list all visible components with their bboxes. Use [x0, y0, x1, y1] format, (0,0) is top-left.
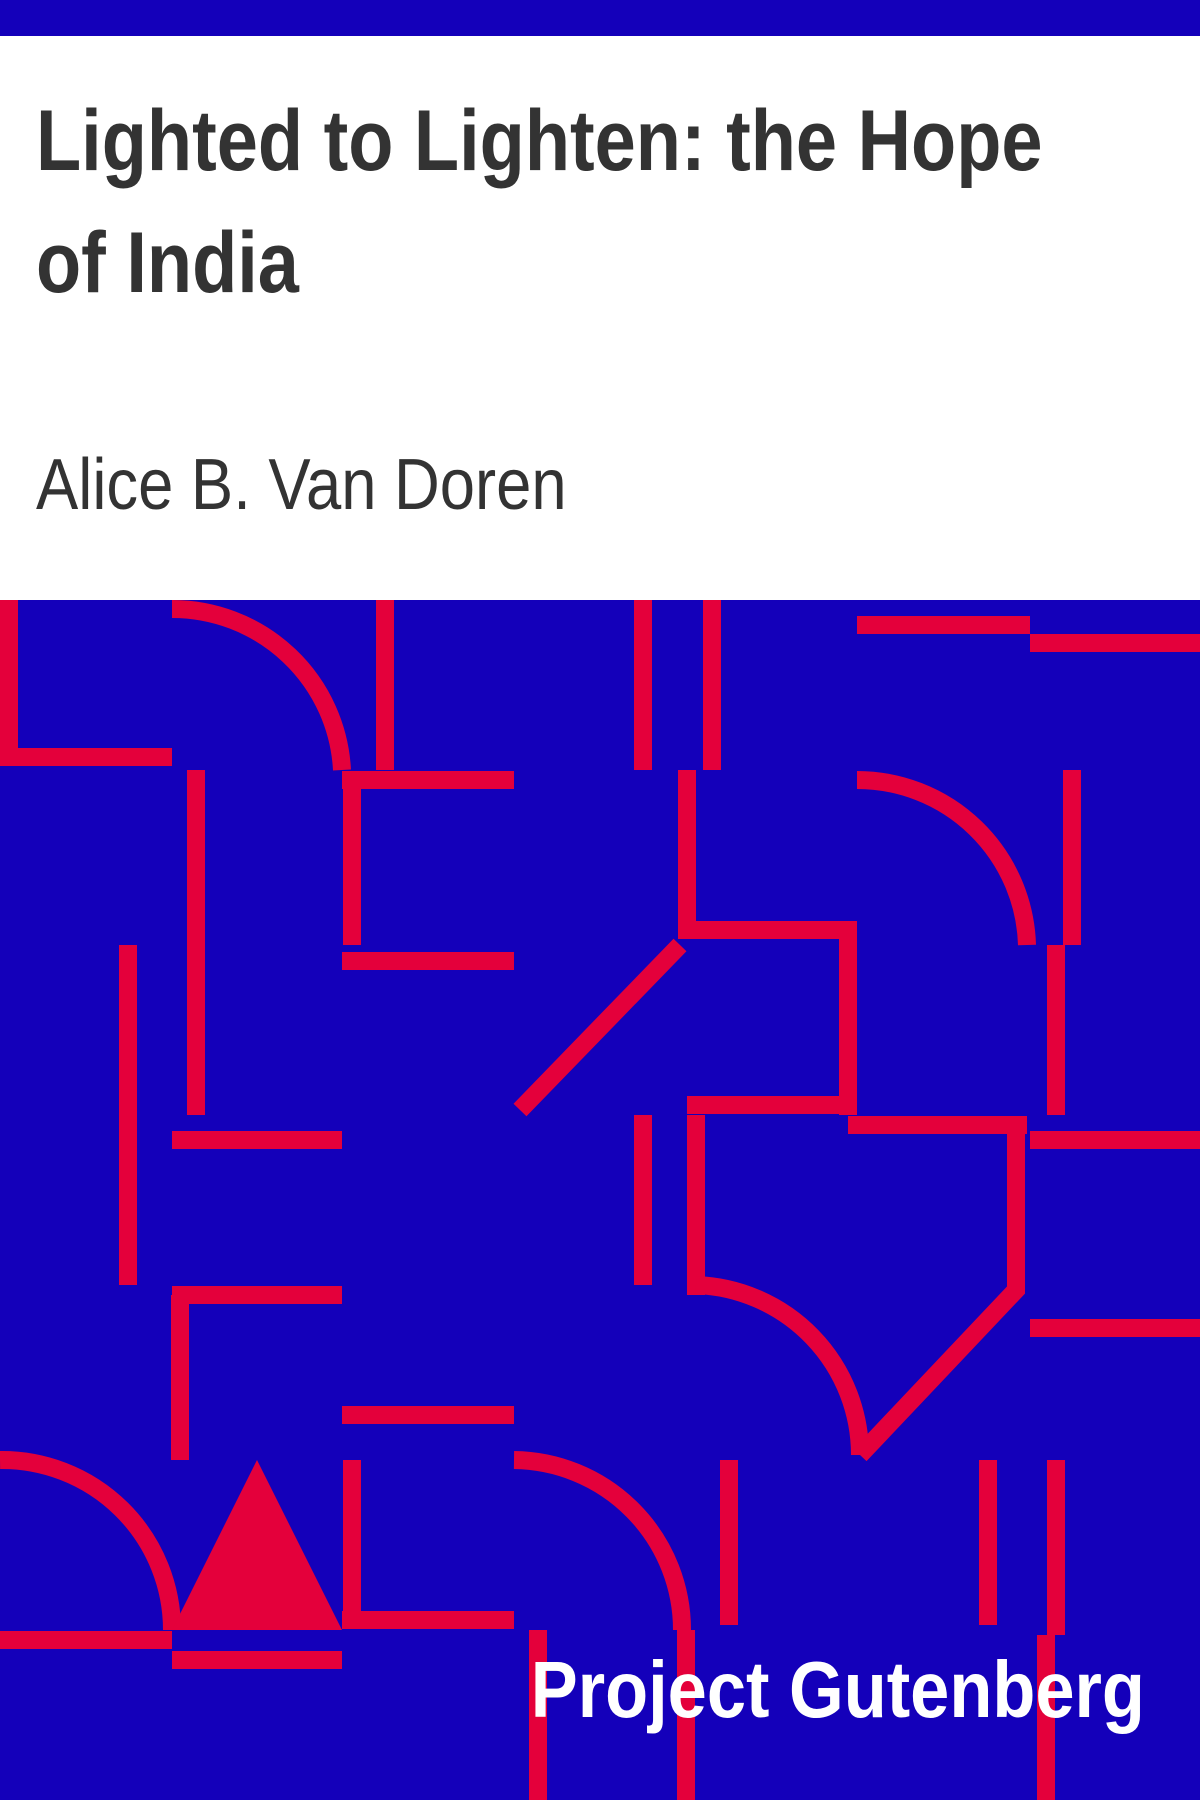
book-title: Lighted to Lighten: the Hope of India [36, 93, 1043, 311]
cover-pattern-artwork [0, 600, 1200, 1800]
publisher-brand: Project Gutenberg [530, 1645, 1145, 1734]
book-author: Alice B. Van Doren [36, 445, 567, 525]
top-color-bar [0, 0, 1200, 36]
